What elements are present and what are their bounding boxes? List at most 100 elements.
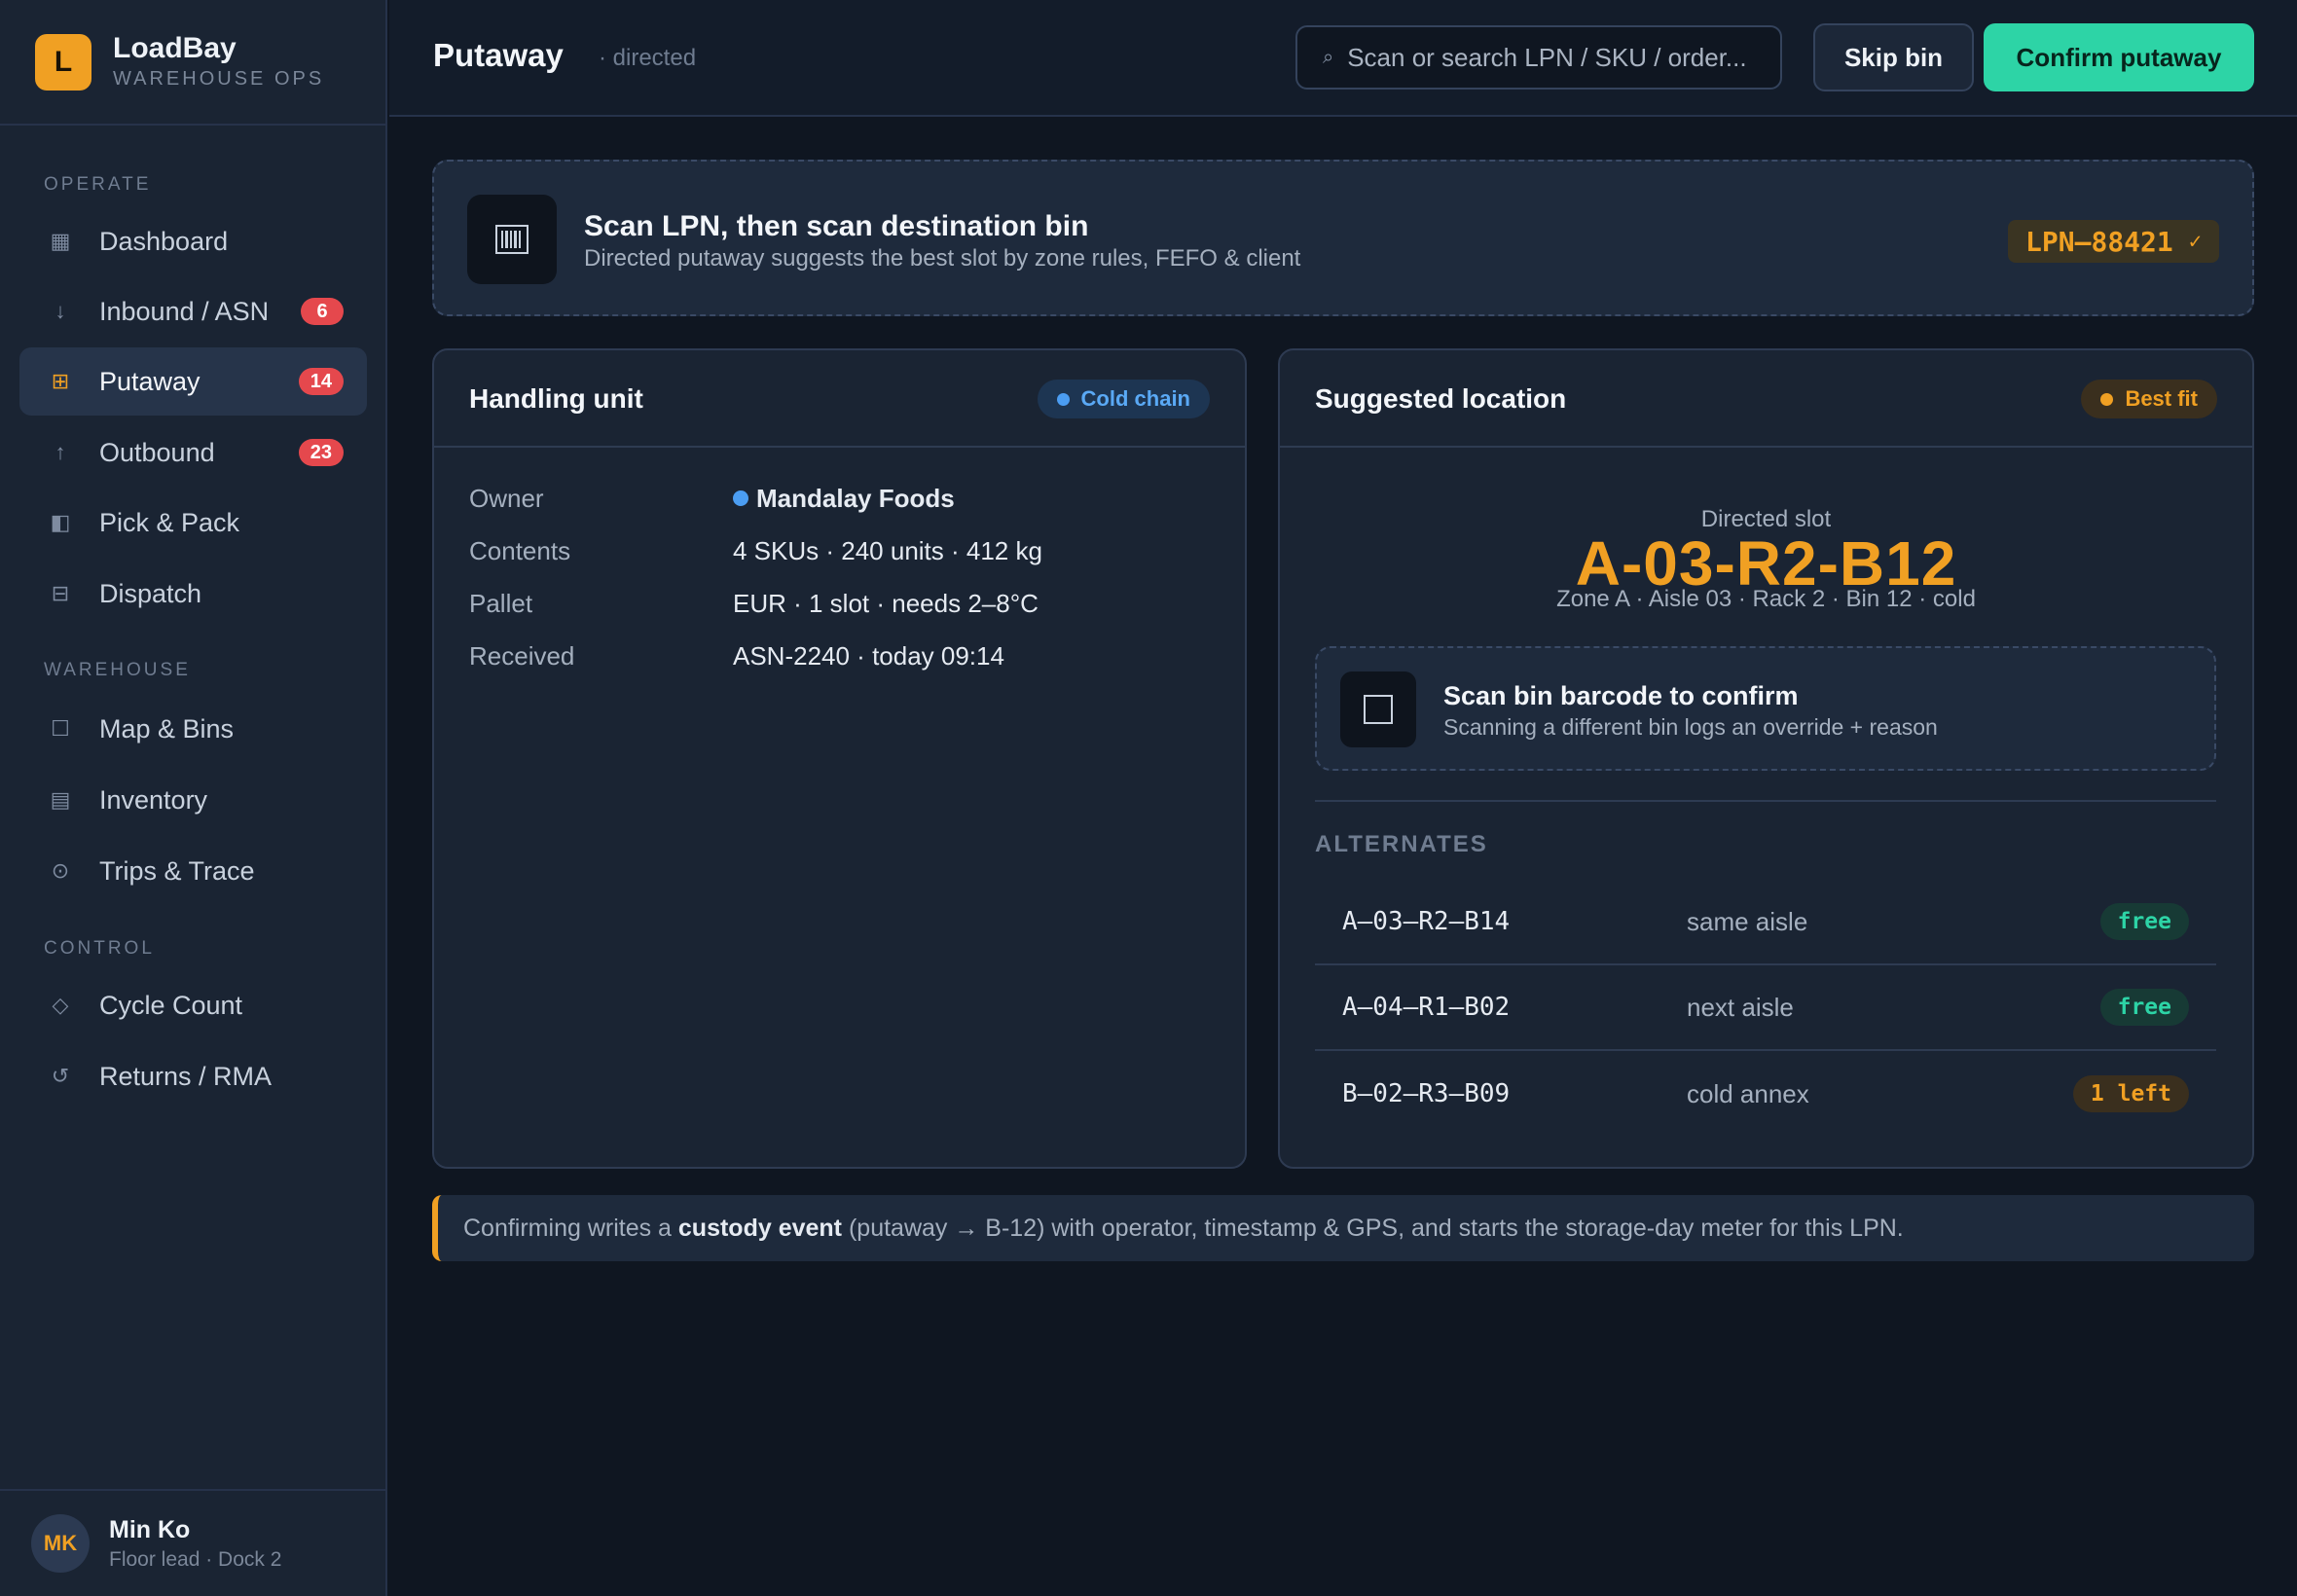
alternate-note: same aisle bbox=[1687, 906, 1808, 936]
arrow-down-icon: ↓ bbox=[55, 299, 66, 323]
status-badge: free bbox=[2099, 903, 2189, 940]
page-subtitle: · directed bbox=[599, 45, 697, 71]
sidebar-item-label: Putaway bbox=[99, 366, 201, 396]
status-badge: 1 left bbox=[2072, 1075, 2189, 1112]
alternate-code: A–04–R1–B02 bbox=[1342, 993, 1511, 1022]
bin-scan-icon bbox=[1340, 671, 1416, 747]
sidebar-item-inbound[interactable]: ↓ Inbound / ASN 6 bbox=[19, 277, 367, 345]
sidebar-item-label: Trips & Trace bbox=[99, 855, 255, 886]
scan-banner: Scan LPN, then scan destination bin Dire… bbox=[432, 160, 2254, 316]
status-dot bbox=[2100, 392, 2114, 406]
custody-note: Confirming writes a custody event (putaw… bbox=[432, 1195, 2254, 1261]
badge-label: Best fit bbox=[2125, 386, 2198, 411]
box-icon: ◧ bbox=[50, 510, 71, 534]
card-title: Suggested location bbox=[1315, 383, 1567, 414]
sidebar-item-label: Pick & Pack bbox=[99, 507, 240, 537]
alternate-row[interactable]: A–04–R1–B02 next aisle free bbox=[1315, 965, 2216, 1051]
inventory-icon: ▤ bbox=[50, 787, 71, 812]
sidebar-item-label: Inbound / ASN bbox=[99, 296, 270, 326]
return-icon: ↺ bbox=[51, 1064, 70, 1088]
avatar: MK bbox=[31, 1514, 90, 1573]
alternate-code: B–02–R3–B09 bbox=[1342, 1079, 1511, 1108]
sidebar-item-label: Cycle Count bbox=[99, 990, 243, 1020]
badge-label: Cold chain bbox=[1080, 386, 1190, 411]
sidebar-item-label: Outbound bbox=[99, 437, 215, 467]
map-icon: ☐ bbox=[51, 716, 70, 741]
user-profile[interactable]: MK Min Ko Floor lead · Dock 2 bbox=[0, 1489, 385, 1596]
sidebar-item-label: Returns / RMA bbox=[99, 1061, 273, 1091]
trace-icon: ⊙ bbox=[51, 858, 70, 883]
sidebar-item-label: Dispatch bbox=[99, 578, 202, 608]
check-icon: ✓ bbox=[2188, 229, 2202, 254]
sidebar-item-cycle-count[interactable]: ◇ Cycle Count bbox=[19, 971, 367, 1039]
scan-title: Scan LPN, then scan destination bin bbox=[584, 210, 1089, 242]
confirm-title: Scan bin barcode to confirm bbox=[1443, 681, 1799, 710]
dispatch-icon: ⊟ bbox=[51, 581, 70, 605]
card-title: Handling unit bbox=[469, 383, 643, 414]
user-role: Floor lead · Dock 2 bbox=[109, 1547, 282, 1571]
hu-value: EUR · 1 slot · needs 2–8°C bbox=[733, 589, 1039, 618]
sidebar-item-outbound[interactable]: ↑ Outbound 23 bbox=[19, 418, 367, 487]
count-badge: 14 bbox=[298, 368, 344, 395]
note-prefix: Confirming writes a bbox=[463, 1214, 672, 1242]
status-badge: free bbox=[2099, 989, 2189, 1026]
note-suffix: (putaway → B-12) with operator, timestam… bbox=[848, 1214, 1904, 1242]
hu-value: ASN-2240 · today 09:14 bbox=[733, 641, 1004, 671]
grid-icon: ⊞ bbox=[51, 369, 70, 393]
scan-description: Directed putaway suggests the best slot … bbox=[584, 245, 1301, 272]
brand-logo: L bbox=[35, 33, 91, 91]
scan-bin-confirm[interactable]: Scan bin barcode to confirm Scanning a d… bbox=[1315, 646, 2216, 771]
barcode-icon bbox=[467, 195, 557, 284]
search-icon: ⌕ bbox=[1323, 46, 1334, 68]
sidebar: L LoadBay WAREHOUSE OPS OPERATE ▦ Dashbo… bbox=[0, 0, 387, 1596]
sidebar-item-dashboard[interactable]: ▦ Dashboard bbox=[19, 207, 367, 275]
sidebar-item-label: Map & Bins bbox=[99, 713, 235, 744]
hu-label: Received bbox=[469, 641, 575, 671]
search-input[interactable] bbox=[1347, 42, 1757, 73]
best-fit-badge: Best fit bbox=[2081, 380, 2217, 418]
sidebar-item-label: Inventory bbox=[99, 784, 208, 815]
lpn-value: LPN–88421 bbox=[2025, 225, 2173, 258]
sidebar-item-dispatch[interactable]: ⊟ Dispatch bbox=[19, 560, 367, 628]
sidebar-item-pick-pack[interactable]: ◧ Pick & Pack bbox=[19, 489, 367, 557]
alternate-row[interactable]: A–03–R2–B14 same aisle free bbox=[1315, 880, 2216, 965]
page-title: Putaway bbox=[433, 37, 564, 73]
hu-value: 4 SKUs · 240 units · 412 kg bbox=[733, 536, 1042, 565]
status-dot bbox=[1056, 392, 1070, 406]
alternate-row[interactable]: B–02–R3–B09 cold annex 1 left bbox=[1315, 1051, 2216, 1137]
alternates-heading: ALTERNATES bbox=[1315, 831, 1488, 857]
hu-label: Pallet bbox=[469, 589, 533, 618]
sidebar-item-map-bins[interactable]: ☐ Map & Bins bbox=[19, 695, 367, 763]
nav-section-warehouse: WAREHOUSE bbox=[44, 660, 191, 680]
hu-value: Mandalay Foods bbox=[733, 484, 955, 514]
owner-name: Mandalay Foods bbox=[756, 484, 955, 513]
brand-name: LoadBay bbox=[113, 32, 237, 64]
confirm-putaway-button[interactable]: Confirm putaway bbox=[1984, 23, 2254, 91]
arrow-up-icon: ↑ bbox=[55, 440, 66, 464]
alternate-note: next aisle bbox=[1687, 992, 1794, 1022]
count-badge: 6 bbox=[301, 298, 344, 325]
suggested-location-card: Suggested location Best fit Directed slo… bbox=[1278, 348, 2254, 1169]
brand-subtitle: WAREHOUSE OPS bbox=[113, 68, 325, 90]
owner-dot bbox=[733, 490, 748, 506]
diamond-icon: ◇ bbox=[52, 993, 69, 1017]
lpn-chip[interactable]: LPN–88421 ✓ bbox=[2008, 220, 2219, 263]
sidebar-item-trips-trace[interactable]: ⊙ Trips & Trace bbox=[19, 837, 367, 905]
dashboard-icon: ▦ bbox=[50, 229, 71, 253]
sidebar-item-putaway[interactable]: ⊞ Putaway 14 bbox=[19, 347, 367, 416]
alternate-code: A–03–R2–B14 bbox=[1342, 907, 1511, 936]
skip-bin-button[interactable]: Skip bin bbox=[1813, 23, 1974, 91]
alternate-note: cold annex bbox=[1687, 1078, 1809, 1108]
hu-label: Owner bbox=[469, 484, 544, 513]
count-badge: 23 bbox=[298, 439, 344, 466]
sidebar-item-returns[interactable]: ↺ Returns / RMA bbox=[19, 1042, 367, 1110]
note-emphasis: custody event bbox=[677, 1214, 843, 1242]
user-name: Min Ko bbox=[109, 1515, 191, 1543]
confirm-description: Scanning a different bin logs an overrid… bbox=[1443, 714, 1938, 740]
brand: L LoadBay WAREHOUSE OPS bbox=[0, 0, 385, 126]
sidebar-item-inventory[interactable]: ▤ Inventory bbox=[19, 766, 367, 834]
cold-chain-badge: Cold chain bbox=[1037, 380, 1210, 418]
slot-path: Zone A · Aisle 03 · Rack 2 · Bin 12 · co… bbox=[1556, 586, 1976, 612]
search-box[interactable]: ⌕ bbox=[1295, 25, 1782, 90]
nav-section-control: CONTROL bbox=[44, 938, 155, 959]
